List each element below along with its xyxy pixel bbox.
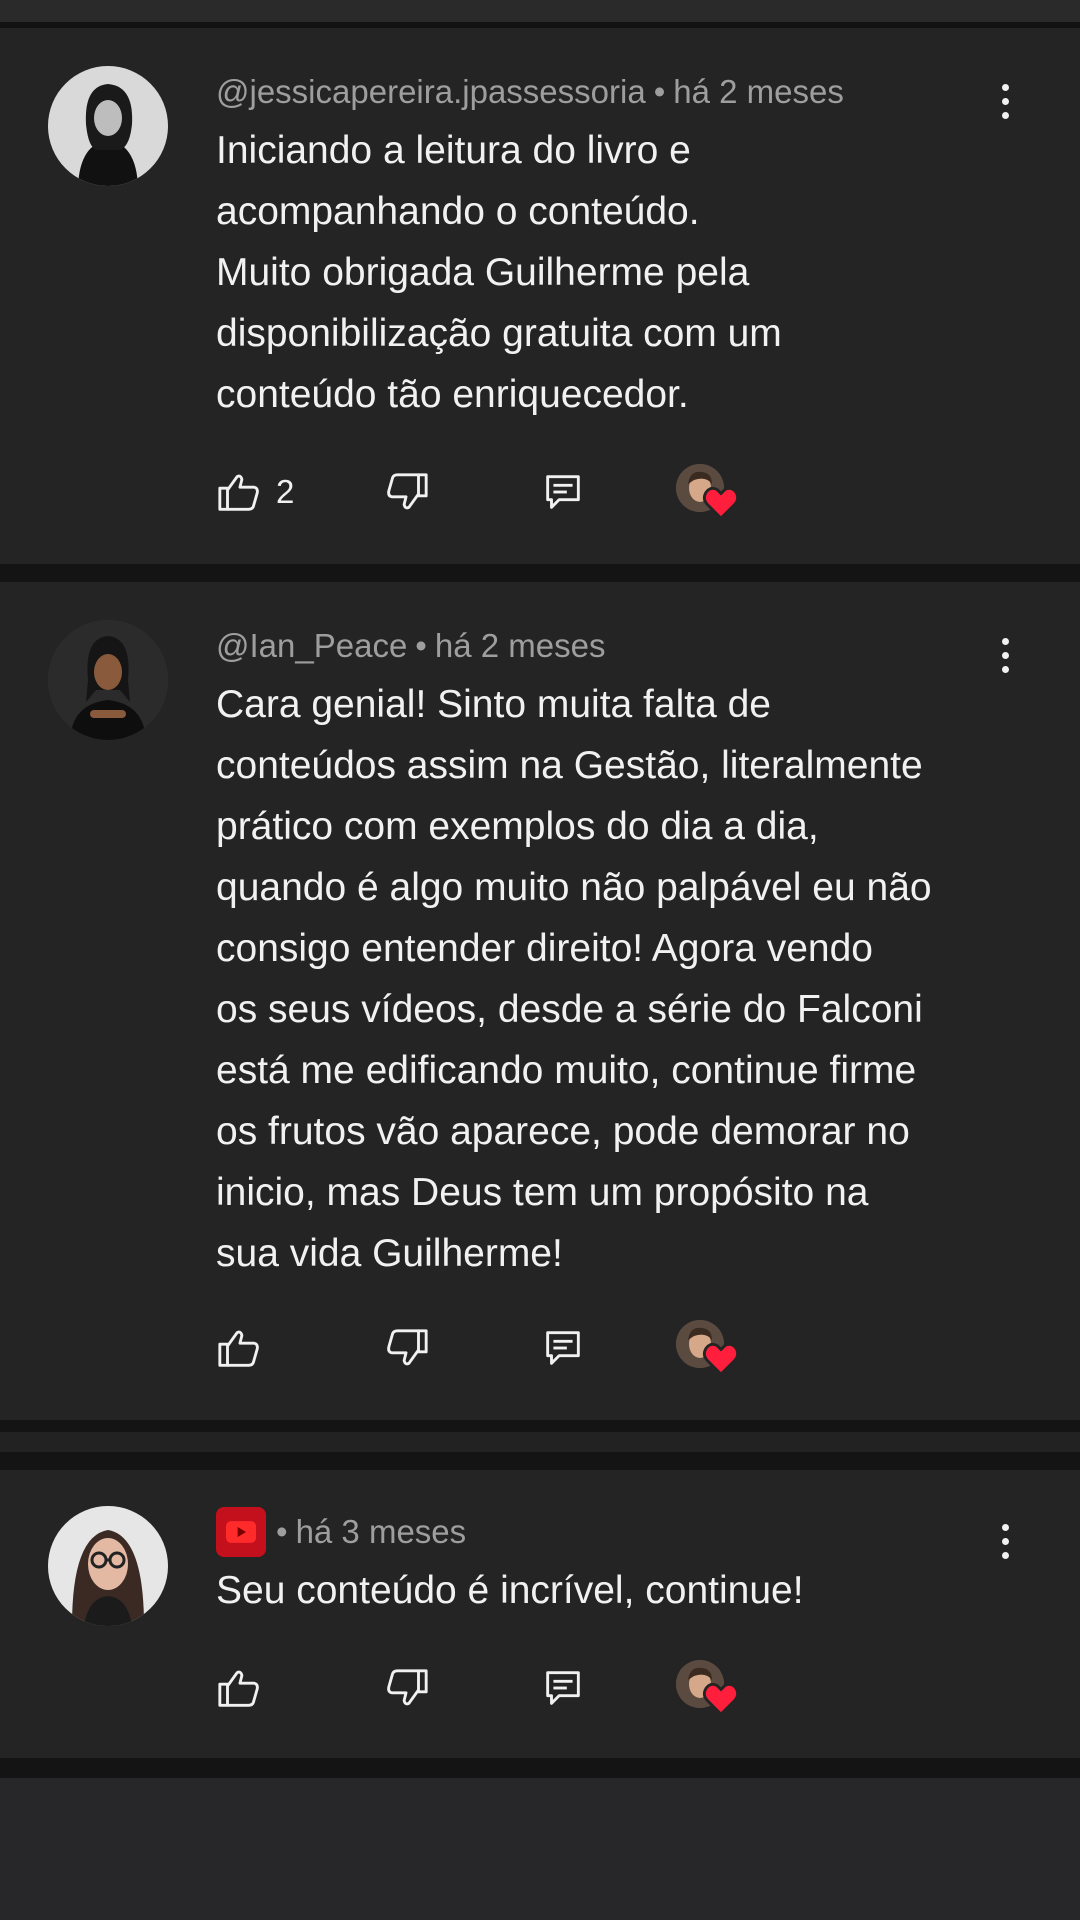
like-button[interactable]: 2	[216, 462, 294, 522]
author-name[interactable]: @Ian_Peace	[216, 627, 407, 665]
comment-actions: 2	[216, 462, 776, 522]
youtube-badge-icon[interactable]	[216, 1507, 266, 1557]
avatar[interactable]	[48, 66, 168, 186]
dislike-button[interactable]	[384, 462, 430, 522]
comment-meta: • há 3 meses	[216, 1507, 467, 1557]
more-vertical-icon	[1001, 637, 1009, 645]
creator-heart-badge	[676, 462, 742, 522]
reply-button[interactable]	[540, 1658, 586, 1718]
like-button[interactable]	[216, 1658, 276, 1718]
comment-time: há 2 meses	[434, 627, 606, 664]
comment-meta: @jessicapereira.jpassessoria • há 2 mese…	[216, 70, 844, 114]
comment-item: • há 3 meses Seu conteúdo é incrível, co…	[0, 1470, 1080, 1758]
more-vertical-icon	[1001, 83, 1009, 91]
reply-comment-icon	[546, 1331, 580, 1365]
author-name[interactable]: @jessicapereira.jpassessoria	[216, 73, 646, 111]
thumb-up-icon	[218, 474, 259, 511]
dislike-button[interactable]	[384, 1318, 430, 1378]
more-options-button[interactable]	[990, 1516, 1020, 1566]
thumb-down-icon	[387, 1329, 428, 1366]
meta-separator: •	[415, 627, 427, 664]
creator-heart-badge	[676, 1658, 742, 1718]
empty-area	[0, 1778, 1080, 1920]
creator-heart-icon	[702, 1682, 740, 1716]
thumb-up-icon	[218, 1670, 259, 1707]
thumb-down-icon	[387, 473, 428, 510]
comment-item: @jessicapereira.jpassessoria • há 2 mese…	[0, 28, 1080, 564]
creator-heart-badge	[676, 1318, 742, 1378]
meta-separator: •	[653, 73, 666, 110]
avatar[interactable]	[48, 1506, 168, 1626]
more-options-button[interactable]	[990, 76, 1020, 126]
comment-text: Seu conteúdo é incrível, continue!	[216, 1569, 804, 1612]
divider	[0, 1432, 1080, 1452]
comment-time: há 3 meses	[295, 1513, 467, 1550]
comment-text: Cara genial! Sinto muita falta de conteú…	[216, 683, 932, 1275]
reply-comment-icon	[546, 1671, 580, 1705]
more-vertical-icon	[1001, 1523, 1009, 1531]
thumb-up-icon	[218, 1330, 259, 1367]
reply-comment-icon	[546, 475, 580, 509]
reply-button[interactable]	[540, 462, 586, 522]
creator-heart-icon	[702, 486, 740, 520]
divider	[0, 1420, 1080, 1432]
dislike-button[interactable]	[384, 1658, 430, 1718]
divider	[0, 1452, 1080, 1470]
comment-actions	[216, 1658, 776, 1718]
divider	[0, 564, 1080, 582]
comment-time: há 2 meses	[673, 73, 844, 110]
comments-screen: @jessicapereira.jpassessoria • há 2 mese…	[0, 0, 1080, 1920]
avatar[interactable]	[48, 620, 168, 740]
like-count: 2	[276, 473, 295, 510]
comment-meta: @Ian_Peace • há 2 meses	[216, 624, 605, 668]
divider	[0, 1758, 1080, 1778]
comment-item: @Ian_Peace • há 2 meses Cara genial! Sin…	[0, 582, 1080, 1420]
creator-heart-icon	[702, 1342, 740, 1376]
comment-actions	[216, 1318, 776, 1378]
more-options-button[interactable]	[990, 630, 1020, 680]
meta-separator: •	[276, 1513, 288, 1550]
reply-button[interactable]	[540, 1318, 586, 1378]
comment-text: Iniciando a leitura do livro e acompanha…	[216, 129, 782, 416]
thumb-down-icon	[387, 1669, 428, 1706]
like-button[interactable]	[216, 1318, 276, 1378]
